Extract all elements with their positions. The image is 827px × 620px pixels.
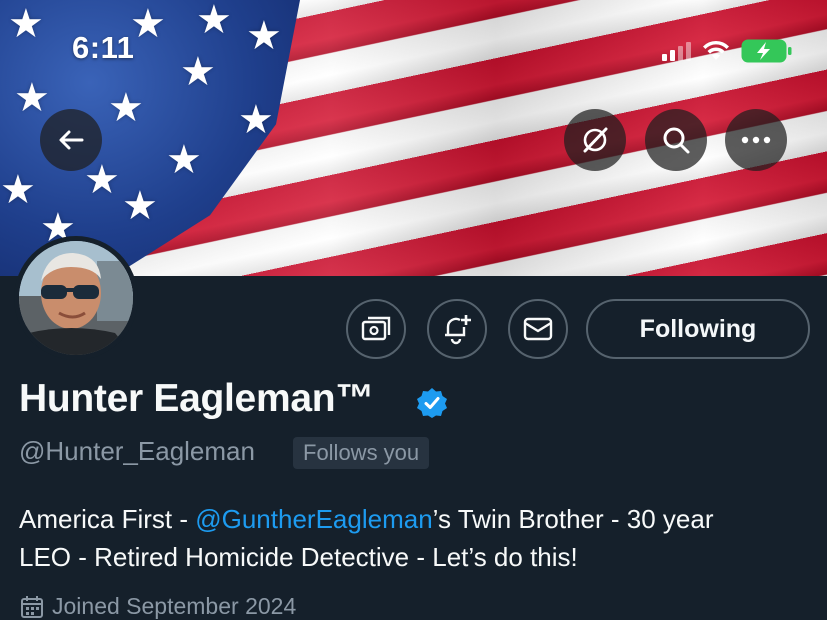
star-decoration: ★ — [122, 183, 158, 229]
star-decoration: ★ — [14, 75, 50, 121]
star-decoration: ★ — [84, 157, 120, 203]
profile-bio: America First - @GuntherEagleman’s Twin … — [19, 500, 809, 576]
joined-text: Joined September 2024 — [52, 593, 297, 619]
star-decoration: ★ — [246, 13, 282, 59]
signal-icon — [662, 41, 691, 61]
back-button[interactable] — [40, 109, 102, 171]
grok-icon — [583, 127, 608, 153]
bio-mention-link[interactable]: @GuntherEagleman — [195, 504, 432, 534]
tip-button[interactable] — [346, 299, 406, 359]
more-button[interactable] — [725, 109, 787, 171]
verified-badge-icon — [417, 388, 447, 418]
search-icon — [663, 127, 690, 154]
star-decoration: ★ — [180, 49, 216, 95]
notification-add-icon — [445, 315, 471, 345]
bio-text: ’s Twin Brother - 30 year — [432, 504, 714, 534]
message-button[interactable] — [508, 299, 568, 359]
star-decoration: ★ — [196, 0, 232, 43]
search-button[interactable] — [645, 109, 707, 171]
battery-charging-icon — [741, 39, 792, 63]
star-decoration: ★ — [130, 1, 166, 47]
profile-avatar[interactable] — [14, 236, 138, 360]
following-button[interactable]: Following — [586, 299, 810, 359]
status-time: 6:11 — [72, 30, 135, 65]
star-decoration: ★ — [8, 1, 44, 47]
back-arrow-icon — [59, 130, 84, 150]
message-icon — [523, 317, 553, 341]
display-name: Hunter Eagleman™ — [19, 377, 374, 420]
wifi-icon — [703, 40, 729, 60]
avatar-photo — [19, 241, 133, 355]
joined-date: Joined September 2024 — [20, 593, 296, 620]
star-decoration: ★ — [166, 137, 202, 183]
star-decoration: ★ — [0, 167, 36, 213]
profile-handle: @Hunter_Eagleman — [19, 436, 255, 466]
bio-text: America First - — [19, 504, 196, 534]
more-icon — [741, 136, 771, 144]
status-icons — [662, 38, 793, 64]
tip-jar-icon — [361, 316, 391, 341]
notifications-button[interactable] — [427, 299, 487, 359]
star-decoration: ★ — [238, 97, 274, 143]
calendar-icon — [21, 595, 43, 618]
follows-you-badge: Follows you — [293, 437, 430, 469]
bio-text: LEO - Retired Homicide Detective - Let’s… — [19, 542, 578, 572]
grok-button[interactable] — [564, 109, 626, 171]
star-decoration: ★ — [108, 85, 144, 131]
